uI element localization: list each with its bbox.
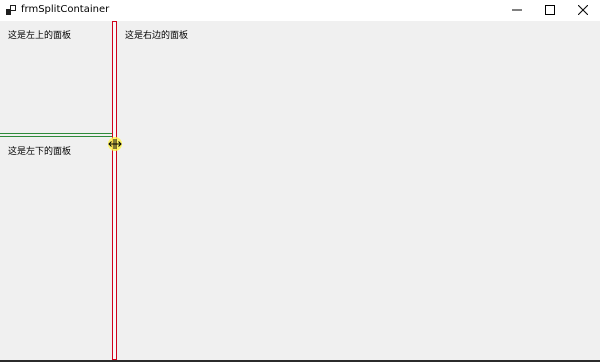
left-top-panel: 这是左上的面板 xyxy=(0,21,112,133)
minimize-button[interactable] xyxy=(500,0,534,21)
app-window: frmSplitContainer 这是左上的面板 这是左下的面板 这是右边的面… xyxy=(0,0,600,362)
app-icon xyxy=(6,5,16,15)
window-title: frmSplitContainer xyxy=(21,4,110,15)
close-icon xyxy=(578,5,588,15)
maximize-icon xyxy=(545,5,555,15)
split-container: 这是左上的面板 这是左下的面板 这是右边的面板 xyxy=(0,21,600,360)
left-bottom-panel: 这是左下的面板 xyxy=(0,137,112,360)
minimize-icon xyxy=(512,9,522,11)
title-bar[interactable]: frmSplitContainer xyxy=(0,0,600,21)
right-panel-label: 这是右边的面板 xyxy=(125,31,189,41)
resize-horizontal-cursor-icon xyxy=(108,139,122,149)
maximize-button[interactable] xyxy=(533,0,567,21)
right-panel: 这是右边的面板 xyxy=(117,21,600,360)
left-bottom-panel-label: 这是左下的面板 xyxy=(8,147,72,157)
close-button[interactable] xyxy=(566,0,600,21)
left-top-panel-label: 这是左上的面板 xyxy=(8,31,72,41)
